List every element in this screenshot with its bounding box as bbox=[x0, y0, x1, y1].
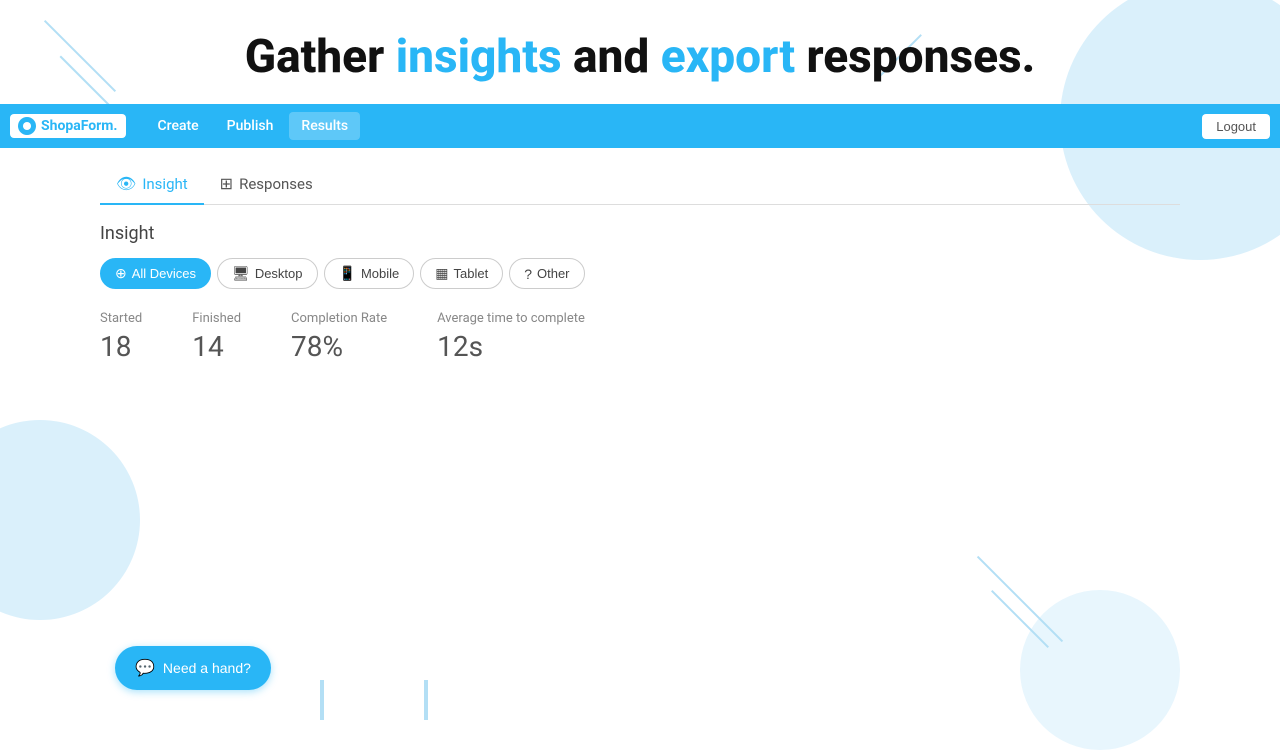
hero-section: Gather insights and export responses. bbox=[0, 0, 1280, 104]
section-heading: Insight bbox=[100, 223, 1180, 244]
stat-avg-time-value: 12s bbox=[437, 330, 585, 363]
insight-tab-icon: 👁 bbox=[116, 174, 136, 193]
bg-circle-bottom-right bbox=[1020, 590, 1180, 750]
filter-other-label: Other bbox=[537, 266, 570, 281]
stat-finished: Finished 14 bbox=[192, 311, 241, 363]
filter-tablet[interactable]: ▦ Tablet bbox=[420, 258, 503, 289]
hero-text-middle: and bbox=[562, 30, 661, 84]
hero-highlight-insights: insights bbox=[396, 30, 562, 84]
chat-icon: 💬 bbox=[135, 658, 155, 678]
deco-line-3 bbox=[977, 556, 1063, 642]
tabs-bar: 👁 Insight ⊞ Responses bbox=[100, 164, 1180, 205]
filter-all-devices-label: All Devices bbox=[132, 266, 196, 281]
main-content: 👁 Insight ⊞ Responses Insight ⊕ All Devi… bbox=[0, 164, 1280, 363]
filter-desktop-label: Desktop bbox=[255, 266, 303, 281]
bg-circle-bottom-left bbox=[0, 420, 140, 620]
stat-completion-rate-value: 78% bbox=[291, 330, 387, 363]
tab-responses[interactable]: ⊞ Responses bbox=[204, 164, 329, 205]
stat-completion-rate-label: Completion Rate bbox=[291, 311, 387, 326]
deco-bottom-line-2 bbox=[424, 680, 428, 720]
stat-started-label: Started bbox=[100, 311, 142, 326]
nav-publish[interactable]: Publish bbox=[215, 112, 286, 140]
filter-mobile-label: Mobile bbox=[361, 266, 399, 281]
hero-heading: Gather insights and export responses. bbox=[0, 30, 1280, 84]
tab-insight-label: Insight bbox=[142, 175, 187, 193]
nav-create[interactable]: Create bbox=[146, 112, 211, 140]
stat-avg-time-label: Average time to complete bbox=[437, 311, 585, 326]
deco-bottom-line-1 bbox=[320, 680, 324, 720]
responses-tab-icon: ⊞ bbox=[220, 174, 233, 193]
filter-desktop[interactable]: 🖥 Desktop bbox=[217, 258, 317, 289]
brand-logo[interactable]: ShopaForm. bbox=[10, 114, 126, 138]
filter-other[interactable]: ? Other bbox=[509, 258, 584, 289]
navbar: ShopaForm. Create Publish Results Logout bbox=[0, 104, 1280, 148]
desktop-icon: 🖥 bbox=[232, 265, 250, 282]
stat-started: Started 18 bbox=[100, 311, 142, 363]
hero-text-after: responses. bbox=[795, 30, 1035, 84]
nav-results[interactable]: Results bbox=[289, 112, 360, 140]
brand-icon bbox=[18, 117, 36, 135]
mobile-icon: 📱 bbox=[339, 265, 356, 282]
stat-finished-value: 14 bbox=[192, 330, 241, 363]
tab-responses-label: Responses bbox=[239, 175, 313, 193]
stat-started-value: 18 bbox=[100, 330, 142, 363]
all-devices-icon: ⊕ bbox=[115, 265, 127, 282]
other-icon: ? bbox=[524, 266, 532, 282]
chat-button-label: Need a hand? bbox=[163, 660, 251, 676]
hero-text-before: Gather bbox=[245, 30, 396, 84]
tab-insight[interactable]: 👁 Insight bbox=[100, 164, 204, 205]
logout-button[interactable]: Logout bbox=[1202, 114, 1270, 139]
brand-name: ShopaForm. bbox=[41, 118, 118, 134]
hero-highlight-export: export bbox=[661, 30, 795, 84]
deco-bottom-lines bbox=[320, 680, 428, 720]
chat-button[interactable]: 💬 Need a hand? bbox=[115, 646, 271, 690]
stat-completion-rate: Completion Rate 78% bbox=[291, 311, 387, 363]
filter-mobile[interactable]: 📱 Mobile bbox=[324, 258, 415, 289]
filter-all-devices[interactable]: ⊕ All Devices bbox=[100, 258, 211, 289]
device-filters: ⊕ All Devices 🖥 Desktop 📱 Mobile ▦ Table… bbox=[100, 258, 1180, 289]
stat-avg-time: Average time to complete 12s bbox=[437, 311, 585, 363]
stat-finished-label: Finished bbox=[192, 311, 241, 326]
tablet-icon: ▦ bbox=[435, 265, 448, 282]
nav-links: Create Publish Results bbox=[146, 112, 1203, 140]
stats-row: Started 18 Finished 14 Completion Rate 7… bbox=[100, 311, 1180, 363]
filter-tablet-label: Tablet bbox=[453, 266, 488, 281]
